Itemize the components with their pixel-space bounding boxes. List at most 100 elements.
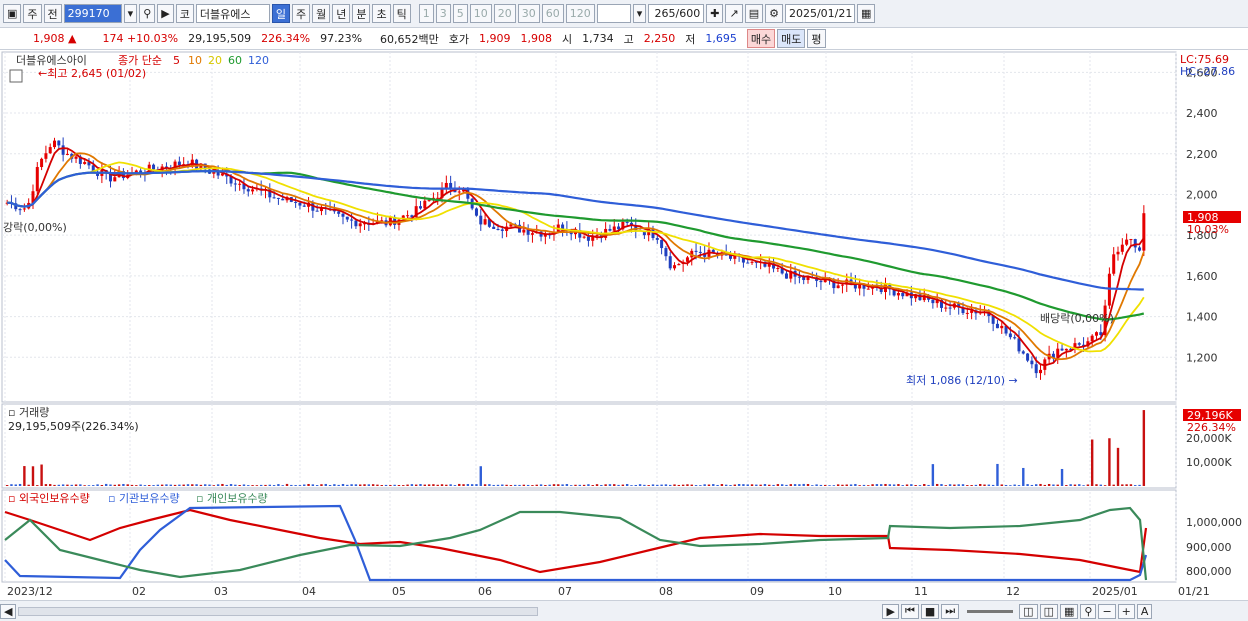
minute-button-60[interactable]: 60 [541, 4, 564, 23]
minute-button-5[interactable]: 5 [452, 4, 468, 23]
layout-icon[interactable]: ◫ [1019, 603, 1038, 619]
calendar-icon[interactable]: ▦ [856, 4, 876, 23]
zoom-out-icon[interactable]: − [1098, 603, 1116, 619]
period-button-2[interactable]: 월 [312, 4, 331, 23]
minute-button-20[interactable]: 20 [493, 4, 516, 23]
candle-body [44, 153, 48, 159]
volume-bar [703, 484, 706, 486]
volume-bar [651, 484, 655, 486]
grid-icon[interactable]: ▦ [1059, 603, 1079, 619]
custom-period-field[interactable] [596, 4, 631, 23]
x-tick-label-1: 02 [132, 585, 146, 598]
eval-button[interactable]: 평 [807, 29, 826, 48]
code-dropdown-icon[interactable]: ▾ [123, 4, 138, 23]
period-button-0[interactable]: 일 [271, 4, 290, 23]
volume-bar [785, 484, 788, 486]
period-button-3[interactable]: 년 [332, 4, 351, 23]
co-button[interactable]: 코 [175, 4, 194, 23]
market-select[interactable]: 전 [43, 4, 62, 23]
gear-icon[interactable]: ⚙ [765, 4, 783, 23]
volume-bar [40, 464, 43, 486]
volume-bar [234, 484, 237, 486]
volume-bar [109, 484, 112, 486]
minute-button-30[interactable]: 30 [517, 4, 540, 23]
candle-body [1077, 343, 1081, 345]
font-icon[interactable]: A [1136, 603, 1153, 619]
magnifier-icon[interactable]: ⚲ [1080, 603, 1097, 619]
volume-bar [548, 484, 551, 486]
candle-body [53, 140, 57, 148]
candle-body [1125, 239, 1129, 245]
save-icon[interactable]: ▤ [744, 4, 764, 23]
zoom-in-icon[interactable]: + [1117, 603, 1135, 619]
volume-bar [402, 485, 405, 486]
period-dropdown-icon[interactable]: ▾ [632, 4, 647, 23]
y-axis-ticks: 2,6002,4002,2002,0001,8001,6001,4001,200… [1186, 66, 1242, 578]
chart-window-icon[interactable]: ▣ [3, 4, 22, 23]
period-button-1[interactable]: 주 [291, 4, 311, 23]
stock-chart[interactable]: 2,6002,4002,2002,0001,8001,6001,4001,200… [0, 50, 1248, 600]
volume-bar [479, 466, 482, 486]
first-icon[interactable]: ⏮ [900, 603, 919, 619]
volume-bar [1078, 484, 1081, 486]
candle-body [83, 162, 87, 164]
volume-bar [712, 484, 715, 486]
period-button-5[interactable]: 초 [372, 4, 391, 23]
type-select[interactable]: 주 [23, 4, 42, 23]
trend-tool-icon[interactable]: ↗ [725, 4, 743, 23]
volume-bar [70, 484, 73, 486]
volume-bar [216, 484, 220, 486]
sell-button[interactable]: 매도 [777, 29, 806, 48]
volume-bar [793, 484, 797, 486]
volume-bar [1129, 484, 1133, 486]
search-icon[interactable]: ⚲ [139, 4, 156, 23]
bid-label: 호가 [448, 32, 470, 46]
last-icon[interactable]: ⏭ [941, 603, 960, 619]
buy-button[interactable]: 매수 [746, 29, 776, 48]
volume-bar [1056, 484, 1059, 486]
stock-code-input[interactable]: 299170 [63, 4, 122, 23]
minute-button-10[interactable]: 10 [469, 4, 492, 23]
table-toggle-icon[interactable] [9, 69, 23, 83]
volume-bar [1052, 484, 1055, 486]
minute-button-120[interactable]: 120 [565, 4, 595, 23]
stop-icon[interactable]: ■ [920, 603, 940, 619]
volume-bar [1000, 484, 1003, 486]
candle-body [423, 200, 427, 209]
scroll-track[interactable] [18, 606, 539, 616]
volume-bar [384, 484, 388, 486]
sound-icon[interactable]: ▶ [157, 4, 174, 23]
crosshair-icon[interactable]: ✚ [706, 4, 724, 23]
x-tick-label-2: 03 [214, 585, 228, 598]
volume-bar [1121, 484, 1124, 486]
scroll-left-icon[interactable]: ◀ [0, 603, 17, 619]
volume-bar [720, 484, 724, 486]
volume-bar [74, 484, 78, 486]
candle-body [664, 248, 668, 257]
minute-button-1[interactable]: 1 [418, 4, 434, 23]
volume-bar [315, 485, 319, 486]
period-button-6[interactable]: 틱 [392, 4, 411, 23]
amount-value: 60,652백만 [380, 32, 439, 46]
zoom-slider[interactable] [967, 609, 1014, 613]
candle-body [819, 280, 823, 283]
volume-bar [1030, 484, 1034, 486]
last-price-pct: 10.03% [1187, 223, 1229, 236]
volume-bar [229, 484, 233, 486]
volume-bar [669, 484, 672, 486]
split-icon[interactable]: ◫ [1039, 603, 1058, 619]
volume-bar [92, 485, 95, 486]
volume-bar [681, 484, 685, 486]
period-button-4[interactable]: 분 [352, 4, 371, 23]
volume-bar [36, 485, 39, 486]
volume-bar [660, 484, 663, 486]
volume-bar [625, 483, 629, 486]
count-field[interactable]: 265/600 [648, 4, 705, 23]
volume-bar [1116, 447, 1120, 486]
minute-button-3[interactable]: 3 [435, 4, 451, 23]
volume-bar [1039, 483, 1042, 486]
volume-bar [849, 484, 853, 486]
volume-bar [880, 484, 883, 486]
date-field[interactable]: 2025/01/21 [784, 4, 855, 23]
scroll-right-icon[interactable]: ▶ [882, 603, 899, 619]
